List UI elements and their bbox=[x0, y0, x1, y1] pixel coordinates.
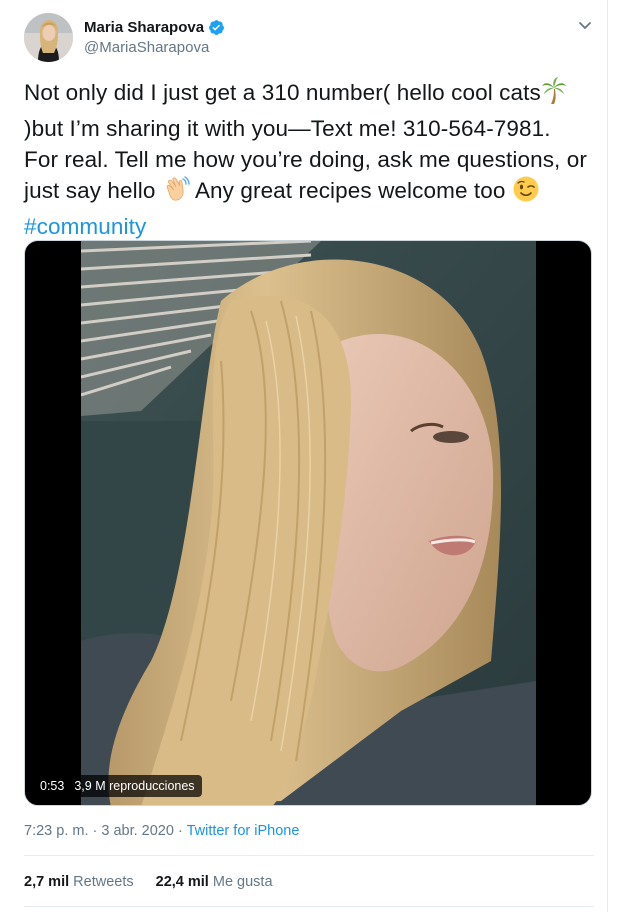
likes-stat[interactable]: 22,4 mil Me gusta bbox=[156, 874, 273, 890]
meta-separator: · bbox=[173, 823, 187, 839]
video-thumbnail[interactable] bbox=[81, 241, 536, 805]
avatar-photo bbox=[24, 13, 73, 62]
palm-tree-icon bbox=[541, 77, 567, 113]
tweet-line-2: )but I’m sharing it with you—Text me! 31… bbox=[24, 116, 551, 141]
tweet-line-1: Not only did I just get a 310 number( he… bbox=[24, 77, 594, 113]
divider bbox=[24, 906, 594, 907]
tweet-card: Maria Sharapova @MariaSharapova Not only… bbox=[0, 0, 608, 912]
video-view-badge: 0:53 3,9 M reproducciones bbox=[33, 775, 202, 797]
tweet-source-link[interactable]: Twitter for iPhone bbox=[187, 823, 300, 839]
winking-face-icon bbox=[512, 175, 540, 211]
video-duration: 0:53 bbox=[40, 779, 65, 793]
retweets-label: Retweets bbox=[73, 874, 134, 890]
likes-count: 22,4 mil bbox=[155, 874, 209, 890]
tweet-line-3: For real. Tell me how you’re doing, ask … bbox=[24, 147, 587, 172]
tweet-timestamp[interactable]: 7:23 p. m. · 3 abr. 2020 bbox=[24, 823, 174, 839]
avatar[interactable] bbox=[24, 13, 73, 62]
tweet-stats: 2,7 mil Retweets 22,4 mil Me gusta bbox=[24, 874, 273, 890]
likes-label: Me gusta bbox=[212, 874, 273, 890]
tweet-text: Not only did I just get a 310 number( he… bbox=[24, 77, 594, 242]
video-views: 3,9 M reproducciones bbox=[74, 779, 195, 793]
retweets-count: 2,7 mil bbox=[24, 874, 70, 890]
chevron-down-icon[interactable] bbox=[575, 15, 595, 35]
verified-badge-icon bbox=[208, 19, 225, 36]
hashtag-link[interactable]: #community bbox=[24, 211, 594, 242]
tweet-meta: 7:23 p. m. · 3 abr. 2020 · Twitter for i… bbox=[24, 823, 299, 839]
video-player[interactable]: 0:53 3,9 M reproducciones bbox=[24, 240, 592, 806]
tweet-line-4: just say hello Any great recipes welcome… bbox=[24, 175, 594, 211]
display-name[interactable]: Maria Sharapova bbox=[84, 19, 204, 36]
divider bbox=[24, 855, 594, 856]
author-handle[interactable]: @MariaSharapova bbox=[84, 39, 209, 56]
author-name-row[interactable]: Maria Sharapova bbox=[84, 19, 225, 36]
waving-hand-icon bbox=[162, 175, 190, 211]
retweets-stat[interactable]: 2,7 mil Retweets bbox=[24, 874, 134, 890]
